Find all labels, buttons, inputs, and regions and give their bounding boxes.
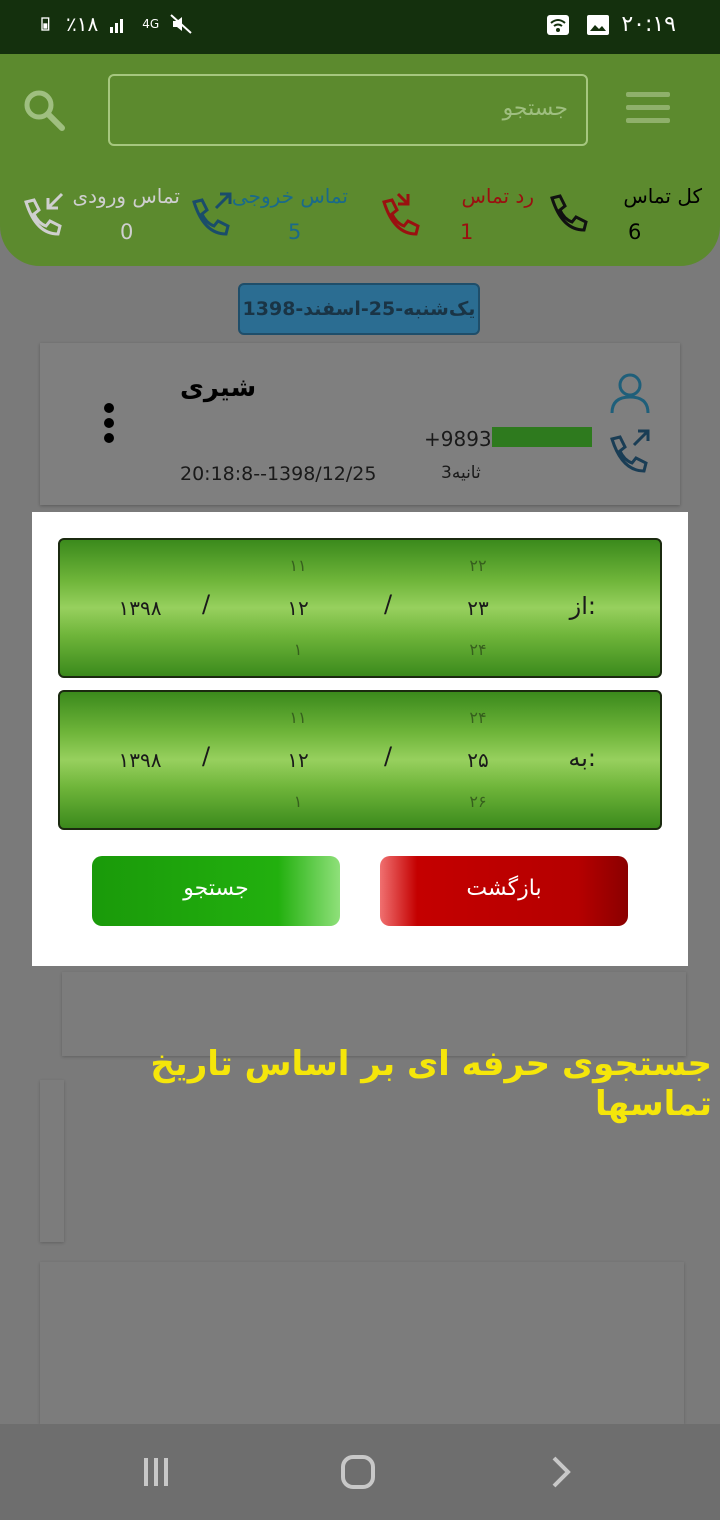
to-day-prev[interactable]: ۲۴ <box>448 708 508 727</box>
to-month-next[interactable]: ۱ <box>268 792 328 811</box>
date-separator: / <box>202 742 211 770</box>
app-header: جستجو کل تماس 6 رد تماس 1 تماس خروجی 5 ت… <box>0 54 720 266</box>
search-button[interactable]: جستجو <box>92 856 340 926</box>
from-date-picker[interactable]: از: ۲۲ ۲۳ ۲۴ / ۱۱ ۱۲ ۱ / ۱۳۹۸ <box>58 538 662 678</box>
stat-incoming-calls[interactable]: تماس ورودی 0 <box>20 182 180 252</box>
to-month-prev[interactable]: ۱۱ <box>268 708 328 727</box>
to-year[interactable]: ۱۳۹۸ <box>110 748 170 772</box>
from-day-next[interactable]: ۲۴ <box>448 640 508 659</box>
call-outgoing-icon <box>192 192 232 236</box>
system-nav-bar <box>0 1424 720 1520</box>
status-bar: ٪۱۸ 4G ۲۰:۱۹ <box>0 0 720 54</box>
stat-count: 1 <box>460 220 474 244</box>
stat-label: تماس ورودی <box>72 184 180 208</box>
menu-icon[interactable] <box>626 92 670 126</box>
back-nav-icon[interactable] <box>540 1454 580 1490</box>
date-separator: / <box>202 590 211 618</box>
date-separator: / <box>384 742 393 770</box>
mute-icon <box>170 14 192 34</box>
date-chip: یک‌شنبه-25-اسفند-1398 <box>238 283 480 335</box>
search-input[interactable]: جستجو <box>108 74 588 146</box>
from-year[interactable]: ۱۳۹۸ <box>110 596 170 620</box>
to-label: به: <box>568 744 596 772</box>
wifi-icon <box>547 15 569 35</box>
status-left: ٪۱۸ 4G <box>40 12 193 36</box>
status-right-icons <box>546 14 610 36</box>
stat-label: کل تماس <box>623 184 702 208</box>
background-card <box>40 1262 684 1424</box>
from-day-prev[interactable]: ۲۲ <box>448 556 508 575</box>
status-time: ۲۰:۱۹ <box>621 12 676 37</box>
stat-label: رد تماس <box>461 184 534 208</box>
call-incoming-icon <box>24 192 64 236</box>
to-day-next[interactable]: ۲۶ <box>448 792 508 811</box>
stat-total-calls[interactable]: کل تماس 6 <box>542 182 702 252</box>
stat-count: 5 <box>288 220 302 244</box>
network-type: 4G <box>142 17 160 31</box>
from-month-prev[interactable]: ۱۱ <box>268 556 328 575</box>
date-range-dialog: از: ۲۲ ۲۳ ۲۴ / ۱۱ ۱۲ ۱ / ۱۳۹۸ به: ۲۴ ۲۵ … <box>32 512 688 966</box>
stat-outgoing-calls[interactable]: تماس خروجی 5 <box>188 182 348 252</box>
from-day[interactable]: ۲۳ <box>448 596 508 620</box>
home-icon[interactable] <box>338 1454 378 1490</box>
from-month-next[interactable]: ۱ <box>268 640 328 659</box>
signal-icon <box>110 19 124 33</box>
recent-apps-icon[interactable] <box>136 1454 176 1490</box>
from-label: از: <box>569 592 596 620</box>
stat-label: تماس خروجی <box>231 184 348 208</box>
stat-count: 6 <box>628 220 642 244</box>
to-month[interactable]: ۱۲ <box>268 748 328 772</box>
battery-text: ٪۱۸ <box>66 12 99 36</box>
call-outgoing-icon <box>610 429 650 473</box>
phone-icon <box>550 194 588 232</box>
image-icon <box>587 15 609 35</box>
to-day[interactable]: ۲۵ <box>448 748 508 772</box>
contact-name: شیری <box>180 373 257 403</box>
call-timestamp: 20:18:8--1398/12/25 <box>180 463 377 485</box>
call-log-card[interactable]: شیری +98937 3ثانیه 20:18:8--1398/12/25 <box>40 343 680 505</box>
battery-icon <box>41 17 50 31</box>
back-button[interactable]: بازگشت <box>380 856 628 926</box>
date-separator: / <box>384 590 393 618</box>
to-date-picker[interactable]: به: ۲۴ ۲۵ ۲۶ / ۱۱ ۱۲ ۱ / ۱۳۹۸ <box>58 690 662 830</box>
search-icon[interactable] <box>22 88 66 132</box>
person-icon <box>610 373 650 414</box>
phone-redaction <box>492 427 592 447</box>
promo-caption: جستجوی حرفه ای بر اساس تاریخ تماسها <box>150 1044 712 1124</box>
more-options-icon[interactable] <box>104 403 116 447</box>
call-duration: 3ثانیه <box>441 463 481 483</box>
call-rejected-icon <box>382 192 420 236</box>
from-month[interactable]: ۱۲ <box>268 596 328 620</box>
stat-count: 0 <box>120 220 134 244</box>
stat-rejected-calls[interactable]: رد تماس 1 <box>374 182 534 252</box>
